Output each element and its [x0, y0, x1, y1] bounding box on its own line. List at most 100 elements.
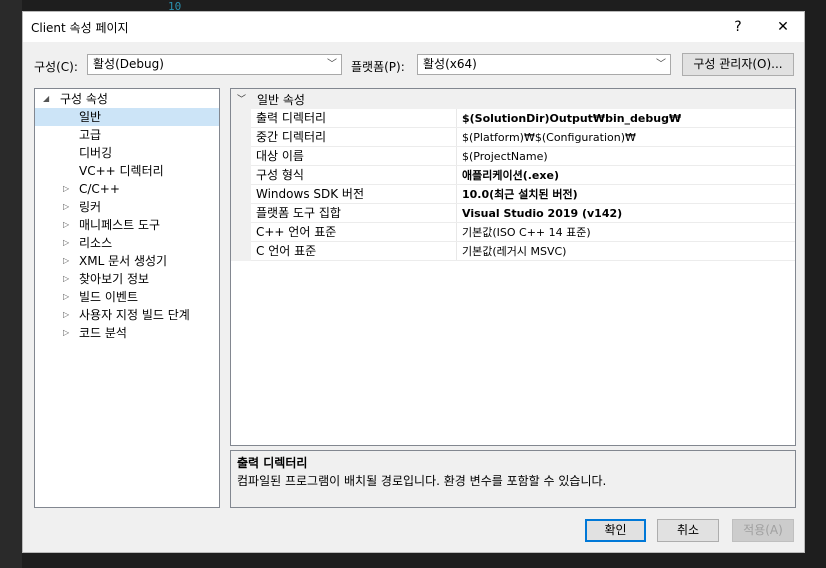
help-button[interactable]: ? [723, 15, 753, 39]
config-label: 구성(C): [34, 60, 78, 74]
cell-divider [456, 166, 457, 185]
property-pages-dialog: Client 속성 페이지 ? ✕ 구성(C): 활성(Debug) ﹀ 플랫폼… [22, 11, 805, 553]
collapsed-arrow-icon[interactable]: ▷ [63, 288, 69, 306]
row-gutter [231, 242, 251, 261]
property-grid: ﹀ 일반 속성 출력 디렉터리 $(SolutionDir)Output₩bin_… [230, 88, 796, 446]
config-manager-button[interactable]: 구성 관리자(O)... [682, 53, 794, 76]
collapsed-arrow-icon[interactable]: ▷ [63, 234, 69, 252]
property-row[interactable]: Windows SDK 버전 10.0(최근 설치된 버전) [231, 185, 795, 204]
tree-item-label: 고급 [79, 128, 102, 142]
tree-item-label: 사용자 지정 빌드 단계 [79, 308, 190, 322]
tree-item[interactable]: ▷ XML 문서 생성기 [35, 252, 219, 270]
cell-divider [456, 204, 457, 223]
platform-label: 플랫폼(P): [351, 60, 405, 74]
property-name: 출력 디렉터리 [256, 111, 327, 125]
row-gutter [231, 166, 251, 185]
ok-button[interactable]: 확인 [585, 519, 646, 542]
apply-button[interactable]: 적용(A) [732, 519, 794, 542]
collapsed-arrow-icon[interactable]: ▷ [63, 216, 69, 234]
chevron-down-icon: ﹀ [656, 59, 666, 70]
property-value[interactable]: $(SolutionDir)Output₩bin_debug₩ [462, 109, 681, 128]
cell-divider [456, 223, 457, 242]
platform-combo[interactable]: 활성(x64) ﹀ [417, 54, 671, 75]
property-name: C 언어 표준 [256, 244, 317, 258]
property-name: Windows SDK 버전 [256, 187, 365, 201]
collapsed-arrow-icon[interactable]: ▷ [63, 306, 69, 324]
collapsed-arrow-icon[interactable]: ▷ [63, 252, 69, 270]
chevron-down-icon: ﹀ [327, 59, 337, 70]
row-gutter [231, 147, 251, 166]
collapsed-arrow-icon[interactable]: ▷ [63, 270, 69, 288]
property-value[interactable]: 애플리케이션(.exe) [462, 166, 559, 185]
tree-item-label: 빌드 이벤트 [79, 290, 139, 304]
tree-item-label: 링커 [79, 200, 102, 214]
property-tree: ◢ 구성 속성 일반 고급 디버깅 VC++ 디렉터리 ▷ C/C++ ▷ 링커 ▷ 매니페스트 … [34, 88, 220, 508]
background-editor-strip [0, 0, 22, 568]
property-value[interactable]: 10.0(최근 설치된 버전) [462, 185, 578, 204]
cell-divider [456, 147, 457, 166]
chevron-down-icon: ﹀ [237, 95, 247, 105]
property-value[interactable]: $(Platform)₩$(Configuration)₩ [462, 128, 636, 147]
close-icon[interactable]: ✕ [768, 15, 798, 39]
property-name: 구성 형식 [256, 168, 304, 182]
cell-divider [456, 128, 457, 147]
cell-divider [456, 242, 457, 261]
tree-item[interactable]: ▷ 찾아보기 정보 [35, 270, 219, 288]
row-gutter [231, 109, 251, 128]
cancel-button[interactable]: 취소 [657, 519, 719, 542]
property-row[interactable]: 플랫폼 도구 집합 Visual Studio 2019 (v142) [231, 204, 795, 223]
property-value[interactable]: Visual Studio 2019 (v142) [462, 204, 622, 223]
tree-item-label: 디버깅 [79, 146, 113, 160]
tree-item[interactable]: ▷ 빌드 이벤트 [35, 288, 219, 306]
tree-item[interactable]: ▷ 매니페스트 도구 [35, 216, 219, 234]
tree-item-label: VC++ 디렉터리 [79, 164, 164, 178]
tree-item-label: 찾아보기 정보 [79, 272, 150, 286]
tree-item[interactable]: 고급 [35, 126, 219, 144]
property-value[interactable]: 기본값(ISO C++ 14 표준) [462, 223, 591, 242]
property-row[interactable]: C++ 언어 표준 기본값(ISO C++ 14 표준) [231, 223, 795, 242]
tree-item[interactable]: 일반 [35, 108, 219, 126]
property-row[interactable]: 대상 이름 $(ProjectName) [231, 147, 795, 166]
row-gutter [231, 204, 251, 223]
collapsed-arrow-icon[interactable]: ▷ [63, 180, 69, 198]
title-bar: Client 속성 페이지 ? ✕ [23, 12, 804, 42]
grid-section-header[interactable]: ﹀ 일반 속성 [231, 89, 795, 109]
row-gutter [231, 128, 251, 147]
tree-root[interactable]: ◢ 구성 속성 [35, 90, 219, 108]
property-name: 플랫폼 도구 집합 [256, 206, 341, 220]
property-value[interactable]: 기본값(레거시 MSVC) [462, 242, 566, 261]
row-divider [251, 260, 795, 261]
property-row[interactable]: 중간 디렉터리 $(Platform)₩$(Configuration)₩ [231, 128, 795, 147]
tree-item[interactable]: ▷ 리소스 [35, 234, 219, 252]
tree-item-label: 매니페스트 도구 [79, 218, 161, 232]
tree-item-label: 코드 분석 [79, 326, 127, 340]
tree-item-label: 일반 [79, 110, 102, 124]
cell-divider [456, 109, 457, 128]
expanded-arrow-icon: ◢ [43, 94, 50, 103]
description-panel: 출력 디렉터리 컴파일된 프로그램이 배치될 경로입니다. 환경 변수를 포함할… [230, 450, 796, 508]
property-row[interactable]: 출력 디렉터리 $(SolutionDir)Output₩bin_debug₩ [231, 109, 795, 128]
property-name: C++ 언어 표준 [256, 225, 337, 239]
tree-item[interactable]: 디버깅 [35, 144, 219, 162]
tree-item[interactable]: ▷ 링커 [35, 198, 219, 216]
tree-item-label: 리소스 [79, 236, 113, 250]
tree-item-label: XML 문서 생성기 [79, 254, 168, 268]
description-text: 컴파일된 프로그램이 배치될 경로입니다. 환경 변수를 포함할 수 있습니다. [237, 474, 607, 488]
dialog-title: Client 속성 페이지 [31, 21, 129, 35]
tree-item[interactable]: ▷ 코드 분석 [35, 324, 219, 342]
cell-divider [456, 185, 457, 204]
property-row[interactable]: 구성 형식 애플리케이션(.exe) [231, 166, 795, 185]
tree-item[interactable]: ▷ C/C++ [35, 180, 219, 198]
property-value[interactable]: $(ProjectName) [462, 147, 548, 166]
row-gutter [231, 223, 251, 242]
description-title: 출력 디렉터리 [237, 456, 308, 470]
property-name: 중간 디렉터리 [256, 130, 327, 144]
config-combo[interactable]: 활성(Debug) ﹀ [87, 54, 342, 75]
grid-section-label: 일반 속성 [257, 93, 305, 107]
collapsed-arrow-icon[interactable]: ▷ [63, 324, 69, 342]
config-combo-value: 활성(Debug) [93, 57, 164, 71]
property-row[interactable]: C 언어 표준 기본값(레거시 MSVC) [231, 242, 795, 261]
tree-item[interactable]: ▷ 사용자 지정 빌드 단계 [35, 306, 219, 324]
tree-item[interactable]: VC++ 디렉터리 [35, 162, 219, 180]
collapsed-arrow-icon[interactable]: ▷ [63, 198, 69, 216]
